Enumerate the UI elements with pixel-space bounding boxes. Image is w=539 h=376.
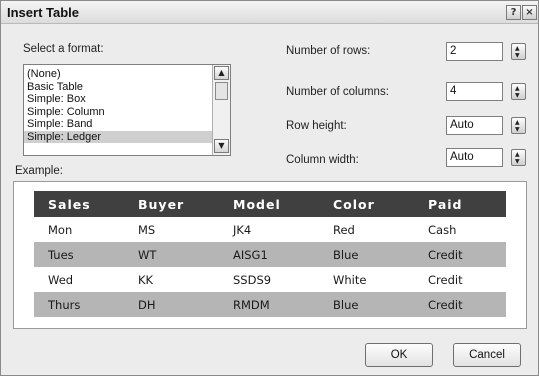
table-cell: Tues [34,242,124,267]
example-table: Sales Buyer Model Color Paid Mon MS JK4 … [34,191,506,317]
scroll-thumb[interactable] [215,82,228,100]
table-row: Thurs DH RMDM Blue Credit [34,292,506,317]
table-cell: White [319,267,414,292]
help-button[interactable]: ? [506,5,521,20]
table-cell: Thurs [34,292,124,317]
chevron-up-icon: ▲ [218,68,225,77]
example-label: Example: [15,165,63,177]
format-listbox[interactable]: (None) Basic Table Simple: Box Simple: C… [23,64,231,156]
column-width-input[interactable]: Auto [446,148,503,167]
spin-down-icon: ▼ [515,92,520,99]
table-cell: AISG1 [219,242,319,267]
table-cell: Red [319,217,414,242]
columns-input[interactable]: 4 [446,82,503,101]
format-option-simple-band[interactable]: Simple: Band [24,118,212,131]
close-icon: × [525,7,534,18]
table-cell: Credit [414,267,506,292]
header-cell: Paid [414,191,506,217]
spin-down-icon: ▼ [515,52,520,59]
table-cell: Credit [414,292,506,317]
column-width-spinner[interactable]: ▲ ▼ [511,149,526,166]
table-cell: MS [124,217,219,242]
spin-down-icon: ▼ [515,158,520,165]
table-cell: Wed [34,267,124,292]
table-cell: SSDS9 [219,267,319,292]
header-cell: Color [319,191,414,217]
format-option-none[interactable]: (None) [24,68,212,81]
table-row: Tues WT AISG1 Blue Credit [34,242,506,267]
select-format-label: Select a format: [23,43,104,55]
table-cell: Blue [319,242,414,267]
rows-label: Number of rows: [286,45,371,57]
row-height-input[interactable]: Auto [446,116,503,135]
example-header-row: Sales Buyer Model Color Paid [34,191,506,217]
format-option-simple-box[interactable]: Simple: Box [24,93,212,106]
format-option-simple-ledger[interactable]: Simple: Ledger [24,130,212,143]
dialog-title: Insert Table [7,5,80,20]
insert-table-dialog: Insert Table ? × Select a format: (None)… [0,0,539,376]
chevron-down-icon: ▼ [218,141,225,150]
columns-label: Number of columns: [286,86,389,98]
row-height-label: Row height: [286,120,347,132]
scroll-down-button[interactable]: ▼ [214,139,229,153]
table-cell: Mon [34,217,124,242]
ok-button[interactable]: OK [365,343,433,367]
format-option-simple-column[interactable]: Simple: Column [24,106,212,119]
table-cell: RMDM [219,292,319,317]
rows-input[interactable]: 2 [446,42,503,61]
example-preview: Sales Buyer Model Color Paid Mon MS JK4 … [13,181,527,329]
header-cell: Buyer [124,191,219,217]
table-row: Mon MS JK4 Red Cash [34,217,506,242]
table-row: Wed KK SSDS9 White Credit [34,267,506,292]
row-height-spinner[interactable]: ▲ ▼ [511,117,526,134]
table-cell: Blue [319,292,414,317]
columns-spinner[interactable]: ▲ ▼ [511,83,526,100]
spin-down-icon: ▼ [515,126,520,133]
table-cell: JK4 [219,217,319,242]
format-option-basic-table[interactable]: Basic Table [24,81,212,94]
rows-spinner[interactable]: ▲ ▼ [511,43,526,60]
title-bar: Insert Table ? × [1,1,538,24]
scroll-up-button[interactable]: ▲ [214,66,229,80]
column-width-label: Column width: [286,154,359,166]
help-icon: ? [510,7,517,18]
table-cell: DH [124,292,219,317]
table-cell: WT [124,242,219,267]
format-list-scrollbar[interactable]: ▲ ▼ [212,65,230,155]
table-cell: Cash [414,217,506,242]
table-cell: KK [124,267,219,292]
table-cell: Credit [414,242,506,267]
header-cell: Sales [34,191,124,217]
header-cell: Model [219,191,319,217]
close-button[interactable]: × [522,5,537,20]
cancel-button[interactable]: Cancel [453,343,521,367]
